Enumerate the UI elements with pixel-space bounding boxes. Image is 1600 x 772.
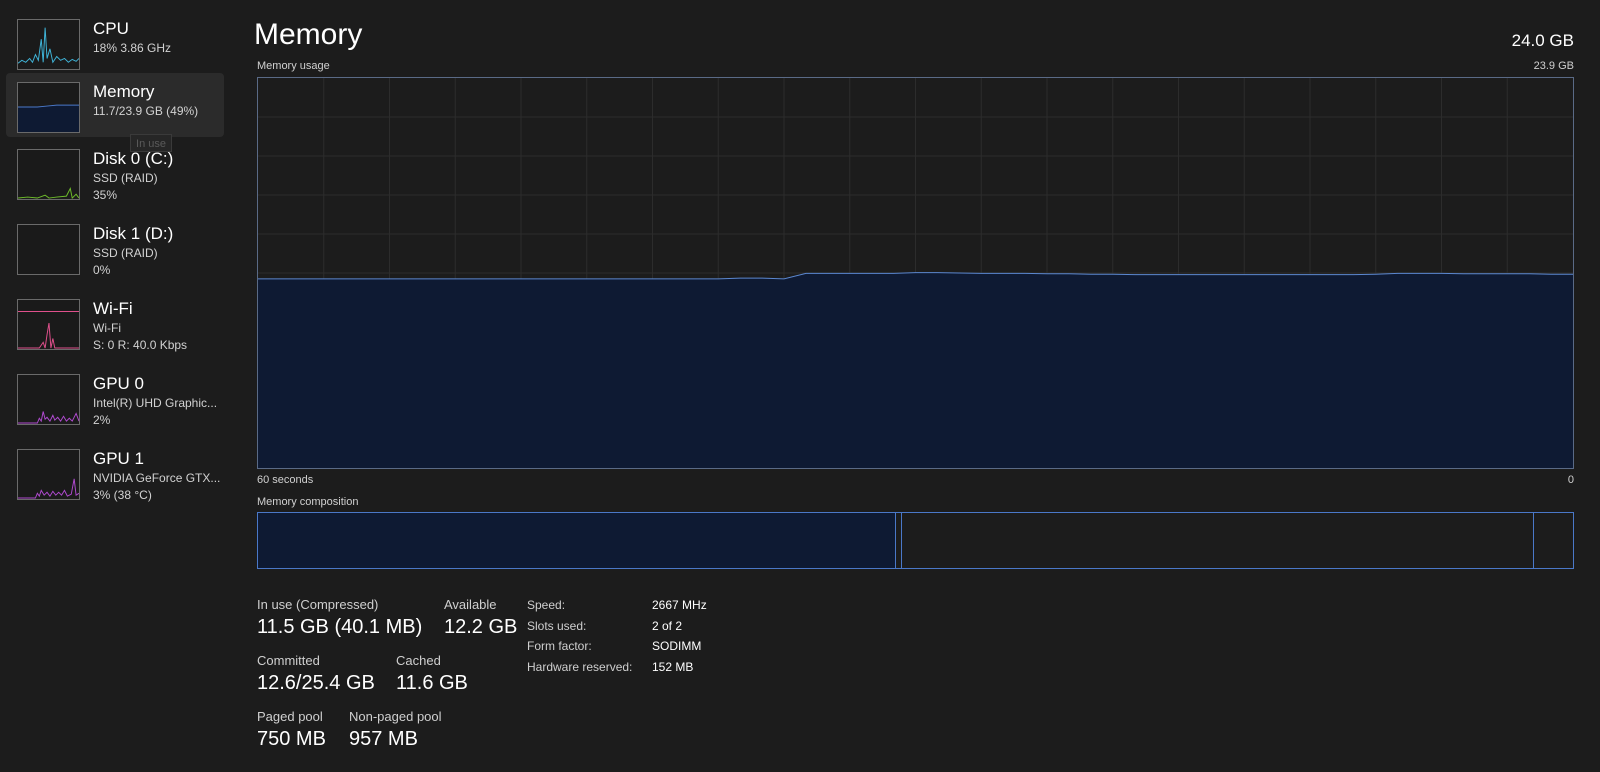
sidebar-item-disk1[interactable]: Disk 1 (D:) SSD (RAID) 0%: [6, 224, 224, 288]
committed-label: Committed: [257, 653, 320, 668]
sidebar-item-subtitle: Intel(R) UHD Graphic...: [93, 396, 218, 410]
non-paged-pool-value: 957 MB: [349, 728, 418, 750]
slots-value: 2 of 2: [652, 619, 683, 633]
available-label: Available: [444, 597, 497, 612]
page-title: Memory: [254, 18, 363, 51]
sidebar-item-title: GPU 0: [93, 374, 145, 393]
non-paged-pool-label: Non-paged pool: [349, 709, 442, 724]
cached-label: Cached: [396, 653, 441, 668]
sidebar-item-subtitle: SSD (RAID): [93, 246, 158, 260]
disk-graph-icon: [17, 149, 80, 200]
usage-max-label: 23.9 GB: [1533, 60, 1574, 72]
sidebar-item-title: Wi-Fi: [93, 299, 133, 318]
sidebar-item-subtitle: SSD (RAID): [93, 171, 158, 185]
total-memory: 24.0 GB: [1511, 31, 1574, 50]
composition-modified[interactable]: [896, 513, 903, 568]
usage-area: [258, 272, 1573, 468]
usage-label: Memory usage: [257, 60, 330, 72]
gpu-graph-icon: [17, 449, 80, 500]
paged-pool-value: 750 MB: [257, 728, 326, 750]
memory-graph-icon: [17, 82, 80, 133]
sidebar-item-subtitle: 11.7/23.9 GB (49%): [93, 104, 199, 118]
slots-label: Slots used:: [527, 619, 587, 633]
sidebar-item-gpu1[interactable]: GPU 1 NVIDIA GeForce GTX... 3% (38 °C): [6, 449, 224, 513]
sidebar-item-subtitle: NVIDIA GeForce GTX...: [93, 471, 221, 485]
paged-pool-label: Paged pool: [257, 709, 323, 724]
cpu-graph-icon: [17, 19, 80, 70]
memory-composition-bar: [257, 512, 1574, 569]
cached-value: 11.6 GB: [396, 672, 468, 694]
sidebar-item-value: 35%: [93, 188, 118, 202]
sidebar-item-wifi[interactable]: Wi-Fi Wi-Fi S: 0 R: 40.0 Kbps: [6, 299, 224, 363]
sidebar-item-value: 0%: [93, 263, 111, 277]
sidebar-item-memory[interactable]: Memory 11.7/23.9 GB (49%): [6, 73, 224, 137]
composition-standby[interactable]: [902, 513, 1534, 568]
composition-in-use[interactable]: [258, 513, 896, 568]
speed-value: 2667 MHz: [652, 598, 707, 612]
gpu-graph-icon: [17, 374, 80, 425]
hardware-reserved-label: Hardware reserved:: [527, 660, 633, 674]
in-use-value: 11.5 GB (40.1 MB): [257, 616, 423, 638]
sidebar-item-value: 2%: [93, 413, 111, 427]
committed-value: 12.6/25.4 GB: [257, 672, 375, 694]
sidebar-item-value: 3% (38 °C): [93, 488, 152, 502]
time-axis-left: 60 seconds: [257, 474, 314, 486]
form-factor-label: Form factor:: [527, 639, 592, 653]
memory-usage-graph: [257, 77, 1574, 469]
time-axis-right: 0: [1567, 474, 1574, 486]
disk-graph-icon: [17, 224, 80, 275]
sidebar-item-title: Disk 0 (C:): [93, 149, 174, 168]
sidebar-item-disk0[interactable]: Disk 0 (C:) SSD (RAID) 35%: [6, 149, 224, 213]
sidebar-item-title: GPU 1: [93, 449, 145, 468]
form-factor-value: SODIMM: [652, 639, 702, 653]
hardware-reserved-value: 152 MB: [652, 660, 694, 674]
sidebar-item-gpu0[interactable]: GPU 0 Intel(R) UHD Graphic... 2%: [6, 374, 224, 438]
sidebar-item-subtitle: 18% 3.86 GHz: [93, 41, 172, 55]
composition-label: Memory composition: [257, 496, 359, 508]
sidebar: CPU 18% 3.86 GHz Memory 11.7/23.9 GB (49…: [0, 0, 232, 772]
in-use-label: In use (Compressed): [257, 597, 379, 612]
available-value: 12.2 GB: [444, 616, 518, 638]
sidebar-item-value: S: 0 R: 40.0 Kbps: [93, 338, 188, 352]
sidebar-item-title: CPU: [93, 19, 129, 38]
sidebar-item-title: Disk 1 (D:): [93, 224, 174, 243]
network-graph-icon: [17, 299, 80, 350]
sidebar-item-title: Memory: [93, 82, 155, 101]
composition-free[interactable]: [1534, 513, 1573, 568]
speed-label: Speed:: [527, 598, 566, 612]
sidebar-item-subtitle: Wi-Fi: [93, 321, 121, 335]
